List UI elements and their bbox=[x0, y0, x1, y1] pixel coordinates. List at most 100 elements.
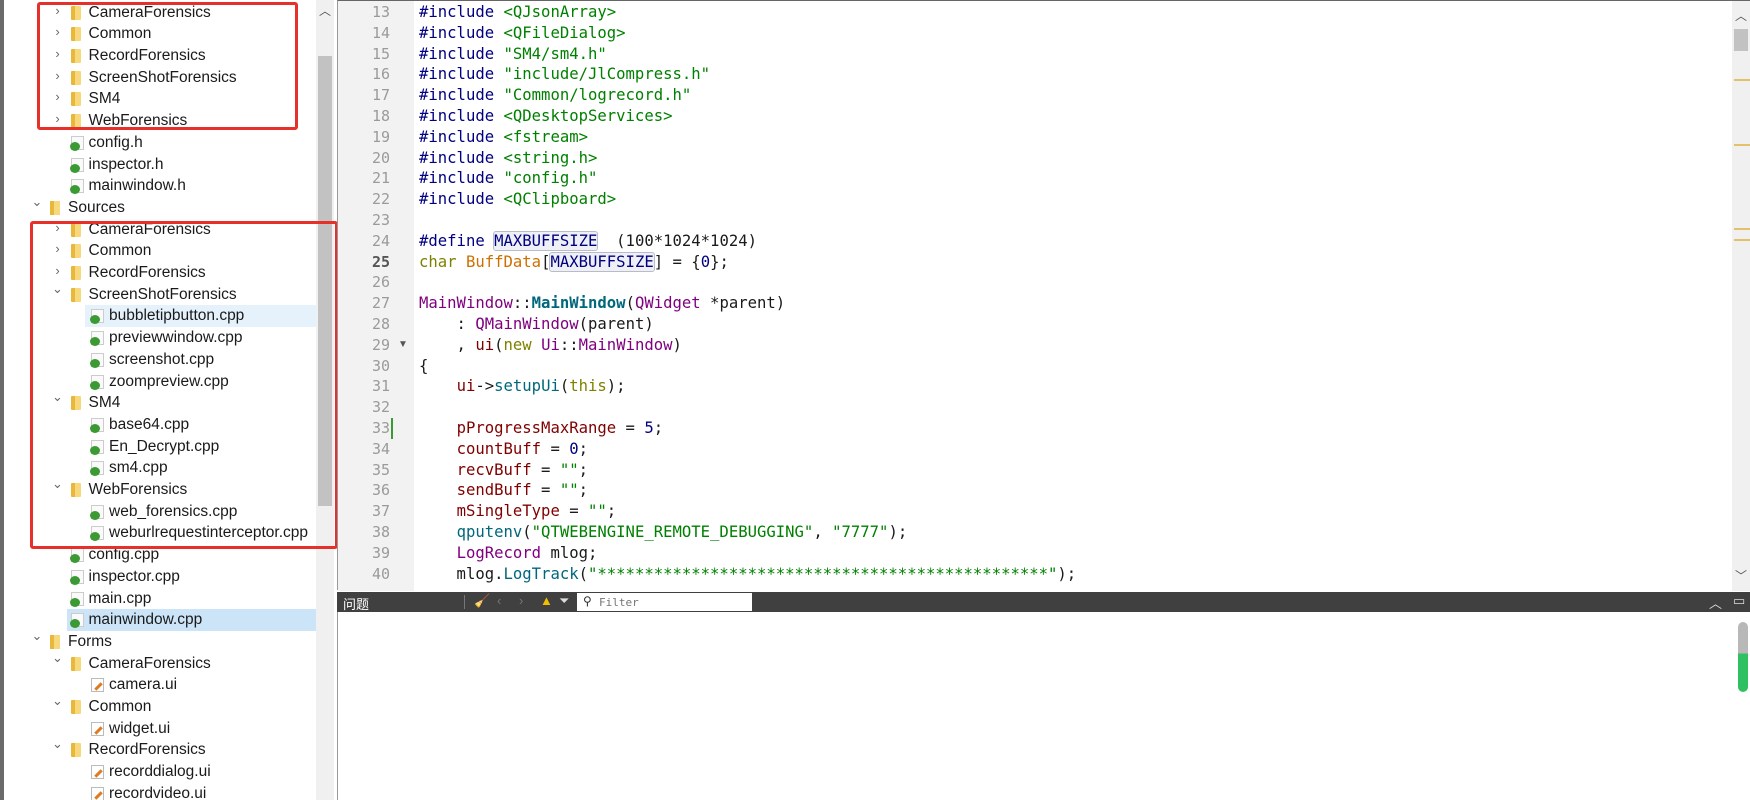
tree-item[interactable]: config.cpp bbox=[4, 544, 320, 566]
source-file-icon bbox=[69, 179, 84, 195]
filter-input[interactable] bbox=[577, 593, 752, 611]
code-editor[interactable]: 13 14 15 16 17 18 19 20 21 22 23 24 25 26 27 28 29 ▼ 30 31 3… bbox=[337, 0, 1750, 591]
tree-item[interactable]: main.cpp bbox=[4, 588, 320, 610]
code-token: MAXBUFFSIZE bbox=[493, 230, 599, 251]
tree-item[interactable]: inspector.cpp bbox=[4, 566, 320, 588]
code-line: sendBuff = ""; bbox=[419, 480, 588, 501]
tree-item[interactable]: ⌄ RecordForensics bbox=[4, 736, 320, 761]
code-token: = bbox=[616, 419, 645, 437]
scroll-down-icon[interactable]: ﹀ bbox=[1732, 567, 1750, 584]
next-icon[interactable]: › bbox=[519, 593, 523, 608]
collapse-icon[interactable]: ︿ bbox=[1709, 593, 1722, 612]
chevron-down-icon[interactable]: ⌄ bbox=[52, 281, 64, 297]
tree-item-label: widget.ui bbox=[109, 719, 171, 737]
code-token: "***************************************… bbox=[588, 564, 1058, 583]
tree-item-label: mainwindow.h bbox=[88, 177, 186, 195]
issues-panel[interactable] bbox=[337, 612, 1750, 800]
code-token: setupUi bbox=[494, 377, 560, 396]
chevron-right-icon[interactable]: › bbox=[52, 24, 64, 39]
tree-item[interactable]: bubbletipbutton.cpp bbox=[85, 305, 320, 328]
chevron-down-icon[interactable]: ⌄ bbox=[31, 628, 43, 644]
code-token: countBuff bbox=[456, 439, 542, 458]
warning-icon[interactable]: ▲ bbox=[540, 593, 553, 608]
tree-item[interactable]: En_Decrypt.cpp bbox=[4, 436, 320, 458]
fold-arrow-icon[interactable]: ▼ bbox=[398, 339, 408, 350]
tree-item[interactable]: screenshot.cpp bbox=[4, 349, 320, 371]
chevron-right-icon[interactable]: › bbox=[52, 46, 64, 61]
tree-item[interactable]: recordvideo.ui bbox=[4, 783, 320, 800]
chevron-right-icon[interactable]: › bbox=[52, 241, 64, 256]
tree-item[interactable]: ⌄ ScreenShotForensics bbox=[4, 281, 320, 306]
tree-item[interactable]: › CameraForensics bbox=[4, 2, 320, 24]
folder-icon bbox=[50, 200, 60, 215]
tree-item[interactable]: web_forensics.cpp bbox=[4, 501, 320, 523]
tree-item[interactable]: mainwindow.cpp bbox=[66, 609, 320, 631]
tree-item-label: CameraForensics bbox=[88, 654, 211, 672]
scroll-up-icon[interactable]: ︿ bbox=[1732, 7, 1750, 24]
project-tree[interactable]: › CameraForensics › Common › RecordForensics ›… bbox=[0, 0, 336, 800]
chevron-right-icon[interactable]: › bbox=[52, 111, 64, 126]
line-number: 24 bbox=[371, 231, 390, 250]
filter-icon[interactable]: ⏷ bbox=[559, 593, 569, 609]
tree-item-label: Sources bbox=[68, 198, 125, 216]
tree-item[interactable]: recorddialog.ui bbox=[4, 761, 320, 783]
chevron-right-icon[interactable]: › bbox=[52, 68, 64, 83]
code-token: #include bbox=[419, 86, 504, 105]
chevron-down-icon[interactable]: ⌄ bbox=[52, 476, 64, 492]
line-number: 34 bbox=[371, 439, 390, 458]
code-token: 0 bbox=[569, 439, 579, 458]
tree-item[interactable]: › ScreenShotForensics bbox=[4, 67, 320, 89]
tree-item[interactable]: ⌄ Sources bbox=[4, 194, 320, 219]
line-number: 27 bbox=[371, 294, 390, 313]
tree-item[interactable]: › SM4 bbox=[4, 88, 320, 110]
clear-icon[interactable]: 🧹 bbox=[474, 593, 490, 609]
tree-item[interactable]: weburlrequestinterceptor.cpp bbox=[4, 522, 320, 544]
tree-item[interactable]: ⌄ CameraForensics bbox=[4, 650, 320, 675]
scrollbar-thumb[interactable] bbox=[1734, 29, 1748, 51]
chevron-down-icon[interactable]: ⌄ bbox=[31, 194, 43, 210]
chevron-right-icon[interactable]: › bbox=[52, 89, 64, 104]
source-file-icon bbox=[90, 526, 104, 542]
float-icon[interactable]: ▭ bbox=[1733, 593, 1745, 609]
tree-item[interactable]: › Common bbox=[4, 240, 320, 262]
tree-item[interactable]: › Common bbox=[4, 23, 320, 45]
tree-scrollbar[interactable]: ︿ bbox=[316, 0, 334, 800]
code-token: this bbox=[569, 377, 607, 396]
prev-icon[interactable]: ‹ bbox=[497, 593, 501, 608]
chevron-right-icon[interactable]: › bbox=[52, 3, 64, 18]
chevron-right-icon[interactable]: › bbox=[52, 263, 64, 278]
tree-item[interactable]: ⌄ WebForensics bbox=[4, 476, 320, 501]
code-line: : QMainWindow(parent) bbox=[419, 314, 654, 335]
code-line: countBuff = 0; bbox=[419, 439, 588, 460]
code-token: sendBuff bbox=[456, 481, 532, 500]
tree-item-label: Common bbox=[88, 25, 152, 43]
folder-icon bbox=[70, 114, 81, 129]
editor-scrollbar[interactable]: ︿ ﹀ bbox=[1732, 1, 1750, 591]
chevron-down-icon[interactable]: ⌄ bbox=[52, 389, 64, 405]
tree-item[interactable]: previewwindow.cpp bbox=[4, 327, 320, 349]
chevron-down-icon[interactable]: ⌄ bbox=[52, 693, 64, 709]
tree-item[interactable]: ⌄ SM4 bbox=[4, 389, 320, 414]
code-line: #include <QJsonArray> bbox=[419, 2, 616, 23]
tree-item[interactable]: › CameraForensics bbox=[4, 219, 320, 241]
scroll-up-icon[interactable]: ︿ bbox=[316, 2, 334, 19]
code-token: ( bbox=[578, 564, 588, 583]
code-line: #include <fstream> bbox=[419, 127, 588, 148]
tree-item[interactable]: › WebForensics bbox=[4, 110, 320, 132]
tree-item[interactable]: config.h bbox=[4, 132, 320, 154]
chevron-down-icon[interactable]: ⌄ bbox=[52, 650, 64, 666]
scrollbar-thumb[interactable] bbox=[318, 56, 332, 506]
tree-item-label: WebForensics bbox=[88, 481, 188, 498]
tree-item[interactable]: inspector.h bbox=[4, 154, 320, 176]
chevron-right-icon[interactable]: › bbox=[52, 220, 64, 235]
tree-item[interactable]: ⌄ Common bbox=[4, 693, 320, 718]
tree-item[interactable]: › RecordForensics bbox=[4, 45, 320, 67]
chevron-down-icon[interactable]: ⌄ bbox=[52, 736, 64, 752]
change-marker bbox=[391, 418, 393, 439]
code-token: "config.h" bbox=[503, 169, 598, 188]
tree-item[interactable]: mainwindow.h bbox=[4, 175, 320, 197]
busy-indicator bbox=[1738, 622, 1748, 692]
tree-item[interactable]: base64.cpp bbox=[4, 414, 320, 436]
